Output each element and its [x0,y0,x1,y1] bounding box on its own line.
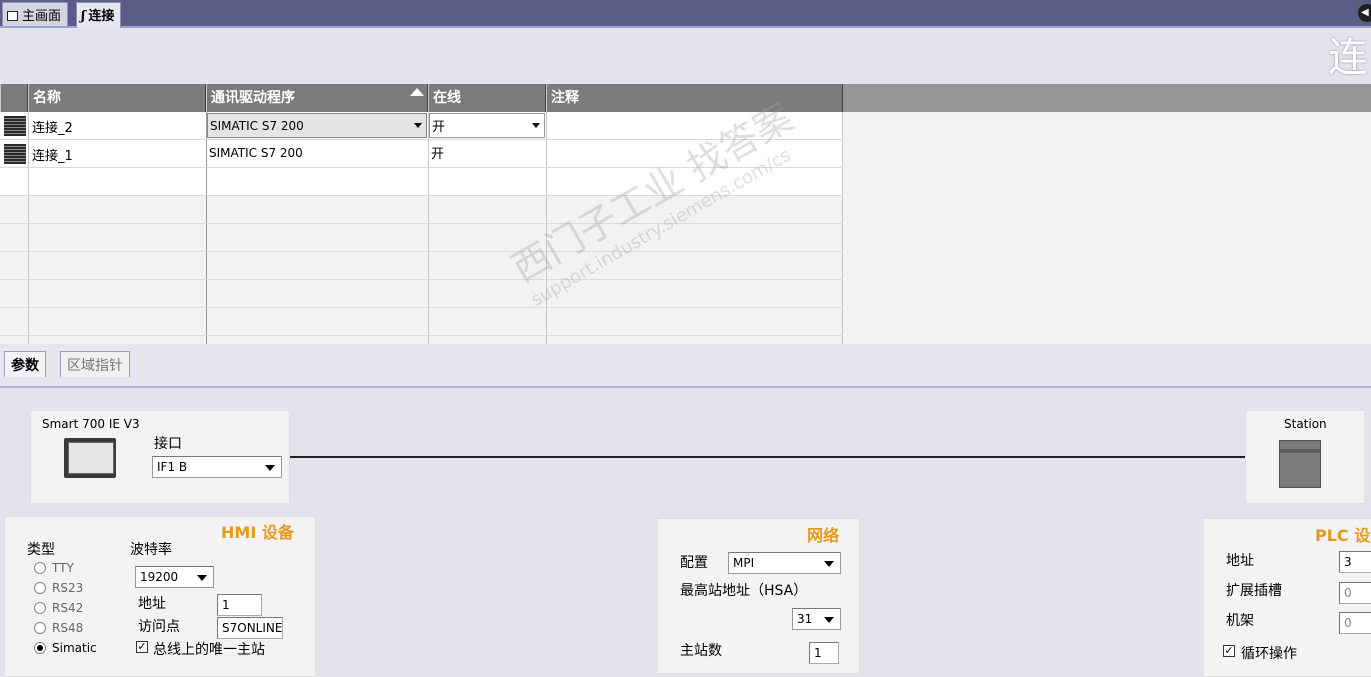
ext-slot-input[interactable]: 0 [1339,582,1371,604]
hsa-label: 最高站地址（HSA） [680,583,808,599]
chevron-down-icon [824,617,834,623]
sort-ascending-icon [410,88,424,96]
properties-tab-bar [0,344,1371,386]
tab-connections-label: 连接 [88,9,115,24]
radio-rs422-label: RS42 [52,601,84,615]
grid-line [428,112,429,344]
tab-connections[interactable]: ʃ 连接 [76,2,122,28]
grid-line [0,335,843,336]
header-online[interactable]: 在线 [428,84,546,112]
grid-line [0,251,843,252]
radio-simatic-label: Simatic [52,641,97,655]
plc-address-input[interactable]: 3 [1339,551,1371,573]
baud-label: 波特率 [130,542,172,558]
rack-label: 机架 [1226,613,1254,629]
profile-label: 配置 [680,555,708,571]
tab-bar-divider [0,26,1371,28]
interface-label: 接口 [154,436,182,452]
editor-tab-bar [0,0,1371,26]
profile-value: MPI [733,556,755,570]
radio-tty[interactable] [34,562,46,574]
rack-input[interactable]: 0 [1339,612,1371,634]
row-select-handle[interactable] [4,144,26,164]
cell-comment[interactable] [547,141,842,167]
baud-rate-dropdown[interactable]: 19200 [135,566,214,588]
interface-dropdown[interactable]: IF1 B [152,456,282,478]
chevron-down-icon [197,575,207,581]
hsa-value: 31 [797,612,813,626]
online-dropdown[interactable]: 开 [429,113,545,138]
network-section-title: 网络 [807,526,840,545]
chevron-down-icon [414,123,422,128]
screen-icon [7,11,18,21]
type-label: 类型 [27,542,55,558]
grid-line [28,112,29,344]
cell-name[interactable]: 连接_2 [32,117,73,136]
plc-device-icon [1279,440,1321,488]
row-select-handle[interactable] [4,116,26,136]
baud-rate-value: 19200 [140,570,179,584]
masters-label: 主站数 [680,643,722,659]
grid-line [206,112,207,344]
header-comment[interactable]: 注释 [546,84,843,112]
driver-dropdown[interactable]: SIMATIC S7 200 [207,113,427,138]
hmi-section-title: HMI 设备 [221,523,294,542]
only-master-checkbox[interactable]: ✓ [136,641,148,653]
chevron-down-icon [532,123,540,128]
profile-dropdown[interactable]: MPI [728,552,841,574]
header-row-handle[interactable] [0,84,28,112]
driver-dropdown-value: SIMATIC S7 200 [210,119,304,133]
masters-input[interactable]: 1 [809,642,839,664]
access-point-label: 访问点 [138,619,180,635]
radio-rs422[interactable] [34,602,46,614]
header-driver[interactable]: 通讯驱动程序 [206,84,428,112]
only-master-label: 总线上的唯一主站 [153,642,265,658]
hmi-address-label: 地址 [138,596,166,612]
header-driver-label: 通讯驱动程序 [211,90,295,106]
tab-main-screen-label: 主画面 [22,9,62,24]
online-dropdown-value: 开 [432,120,446,135]
tab-area-pointers[interactable]: 区域指针 [60,351,130,377]
interface-dropdown-value: IF1 B [157,460,188,474]
ext-slot-label: 扩展插槽 [1226,583,1282,599]
plc-address-label: 地址 [1226,553,1254,569]
properties-tab-divider [0,386,1371,388]
access-point-input[interactable]: S7ONLINE [217,617,283,639]
page-title: 连 [1328,35,1368,81]
radio-rs232-label: RS23 [52,581,84,595]
hmi-panel-icon [64,438,116,478]
grid-line [0,279,843,280]
radio-rs485[interactable] [34,622,46,634]
hmi-device-name: Smart 700 IE V3 [42,417,140,431]
grid-line [0,139,843,140]
chevron-down-icon [824,561,834,567]
tab-main-screen[interactable]: 主画面 [2,2,69,26]
connection-icon: ʃ [81,9,86,24]
station-label: Station [1284,417,1327,431]
grid-line [0,223,843,224]
cyclic-operation-checkbox[interactable]: ✓ [1223,645,1235,657]
cell-driver[interactable]: SIMATIC S7 200 [209,146,303,160]
hmi-address-input[interactable]: 1 [217,594,262,616]
radio-rs485-label: RS48 [52,621,84,635]
radio-tty-label: TTY [52,561,74,575]
tab-parameters[interactable]: 参数 [4,351,46,377]
network-connection-line [290,456,1246,458]
plc-section-title: PLC 设 [1315,526,1371,545]
table-row-empty[interactable] [0,168,843,196]
header-name[interactable]: 名称 [28,84,206,112]
cyclic-operation-label: 循环操作 [1241,646,1297,662]
grid-line [842,112,843,344]
cell-online[interactable]: 开 [431,143,444,162]
grid-line [0,307,843,308]
radio-rs232[interactable] [34,582,46,594]
cell-comment[interactable] [547,113,842,139]
scroll-left-icon[interactable]: ◀ [1358,4,1371,22]
grid-line [0,167,843,168]
chevron-down-icon [265,465,275,471]
hsa-dropdown[interactable]: 31 [792,608,841,630]
grid-line [0,195,843,196]
cell-name[interactable]: 连接_1 [32,145,73,164]
radio-simatic[interactable] [34,642,46,654]
